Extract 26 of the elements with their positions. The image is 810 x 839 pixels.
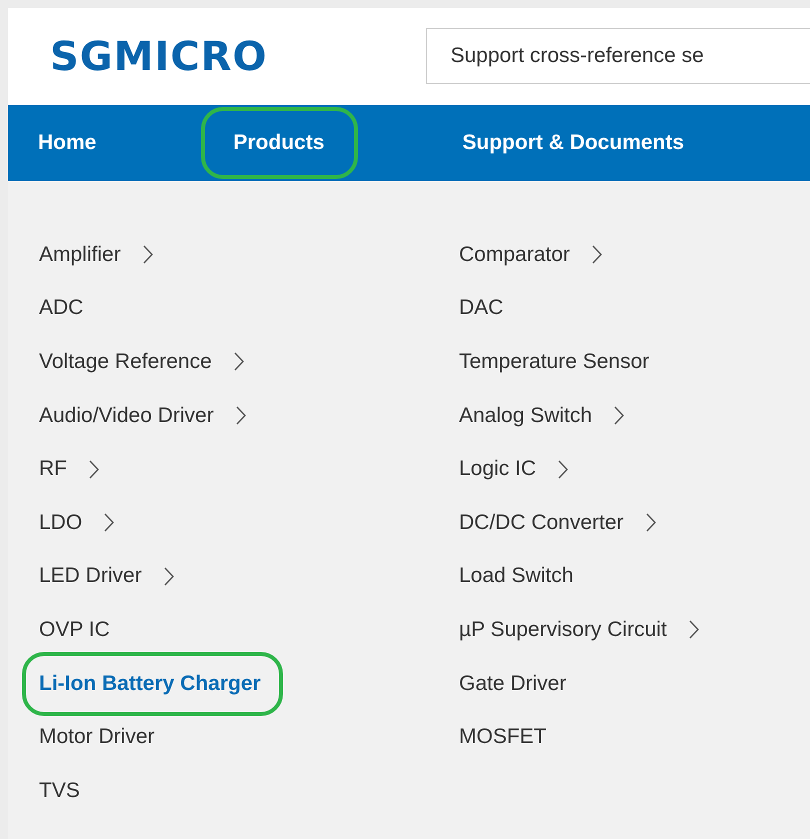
menu-item[interactable]: LED Driver: [39, 564, 142, 588]
search-field[interactable]: Support cross-reference se: [426, 28, 810, 84]
menu-item[interactable]: MOSFET: [459, 725, 546, 750]
menu-item[interactable]: Amplifier: [39, 242, 121, 267]
menu-item[interactable]: Comparator: [459, 242, 570, 267]
menu-item[interactable]: Logic IC: [459, 457, 536, 482]
menu-item[interactable]: Temperature Sensor: [459, 350, 650, 374]
menu-item[interactable]: RF: [39, 457, 67, 482]
logo-wordmark: SGMICRO: [50, 34, 268, 80]
menu-item[interactable]: Motor Driver: [39, 725, 155, 750]
menu-item[interactable]: LDO: [39, 510, 82, 535]
menu-item[interactable]: Gate Driver: [459, 672, 566, 696]
nav-link[interactable]: Support & Documents: [462, 131, 684, 155]
menu-item[interactable]: Li-Ion Battery Charger: [39, 672, 261, 696]
menu-item[interactable]: DAC: [459, 296, 504, 320]
menu-item[interactable]: µP Supervisory Circuit: [459, 618, 667, 642]
menu-item[interactable]: Load Switch: [459, 564, 574, 588]
menu-item[interactable]: Audio/Video Driver: [39, 404, 214, 428]
menu-item[interactable]: TVS: [39, 778, 80, 803]
nav-link[interactable]: Home: [38, 131, 96, 155]
menu-item[interactable]: ADC: [39, 296, 84, 320]
menu-item[interactable]: Analog Switch: [459, 404, 592, 428]
menu-item[interactable]: OVP IC: [39, 618, 110, 642]
menu-item[interactable]: Voltage Reference: [39, 350, 212, 374]
nav-link[interactable]: Products: [233, 131, 324, 155]
menu-item[interactable]: DC/DC Converter: [459, 510, 624, 535]
